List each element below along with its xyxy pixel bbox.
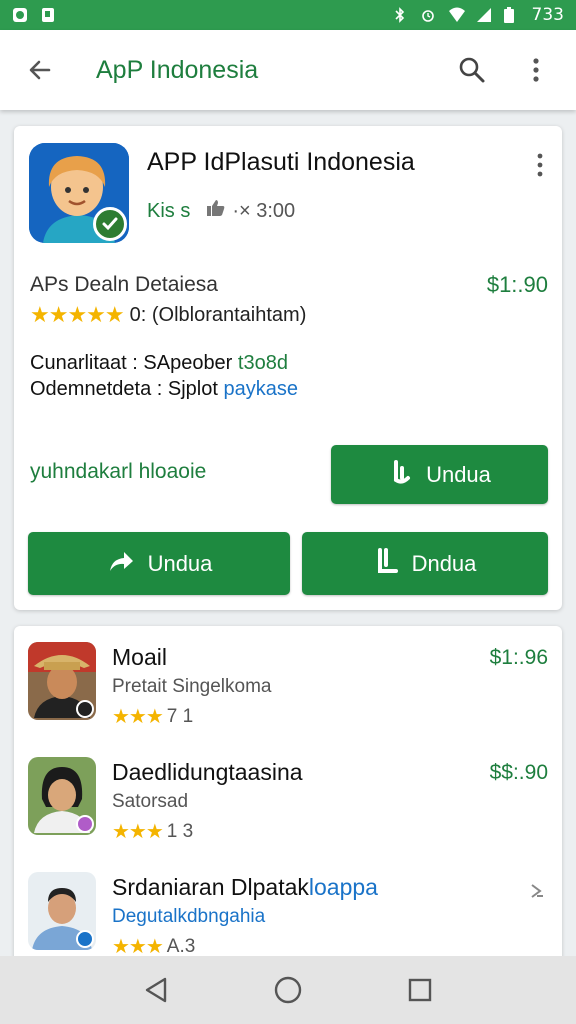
share-arrow-icon xyxy=(106,549,134,579)
app-bar: ApP Indonesia xyxy=(0,30,576,110)
star-rating: ★★★ xyxy=(112,706,164,728)
avatar xyxy=(28,757,96,835)
info-value: t3o8d xyxy=(237,352,288,374)
item-price: $$:.90 xyxy=(489,761,548,784)
list-item[interactable]: Daedlidungtaasina Satorsad ★★★ 1 3 $$:.9… xyxy=(14,741,562,851)
rating-text: 0: (Olblorantaihtam) xyxy=(129,303,307,326)
button-label: Undua xyxy=(147,550,213,576)
install-icon xyxy=(374,547,398,581)
rating-value: 1 3 xyxy=(166,820,194,842)
rating-row: ★★★★★ 0: (Olblorantaihtam) xyxy=(30,302,306,328)
share-button[interactable]: Undua xyxy=(28,532,290,595)
avatar-badge xyxy=(76,930,94,948)
item-price: $1:.96 xyxy=(489,646,548,669)
nav-recents-icon[interactable] xyxy=(400,970,440,1010)
chevron-right-icon[interactable] xyxy=(528,880,546,906)
page-title: ApP Indonesia xyxy=(96,55,259,84)
install-button[interactable]: Dndua xyxy=(302,532,548,595)
related-apps-list: Moail Pretait Singelkoma ★★★ 7 1 $1:.96 … xyxy=(14,626,562,971)
button-label: Undua xyxy=(426,461,491,487)
rating-count: ·× 3:00 xyxy=(232,199,296,222)
info-line-1: Cunarlitaat : SApeober t3o8d xyxy=(30,352,288,375)
bluetooth-icon xyxy=(392,7,408,23)
item-subtitle: Satorsad xyxy=(112,791,189,812)
download-button-primary[interactable]: Undua xyxy=(331,445,548,504)
app-subtitle: APs Dealn Detaiesa xyxy=(30,273,218,296)
thumb-icon xyxy=(206,198,226,224)
app-title: APP IdPlasuti Indonesia xyxy=(147,148,415,176)
app-detail-card: APP IdPlasuti Indonesia Kis s ·× 3:00 AP… xyxy=(14,126,562,610)
item-rating: ★★★ 7 1 xyxy=(112,704,193,729)
wifi-icon xyxy=(448,7,465,23)
app-price: $1:.90 xyxy=(486,272,548,297)
item-rating: ★★★ 1 3 xyxy=(112,819,193,844)
developer-name[interactable]: Kis s xyxy=(147,200,190,223)
app-icon xyxy=(29,143,129,243)
item-name-link[interactable]: loappa xyxy=(309,874,378,900)
avatar-badge xyxy=(76,815,94,833)
item-name: Moail xyxy=(112,644,167,670)
alarm-icon xyxy=(420,7,436,23)
more-vert-icon[interactable] xyxy=(530,150,550,180)
clock: 733 xyxy=(531,5,564,25)
item-subtitle: Pretait Singelkoma xyxy=(112,676,272,697)
battery-icon xyxy=(503,7,520,23)
star-rating: ★★★ xyxy=(112,821,164,843)
system-nav-bar xyxy=(0,956,576,1024)
download-icon xyxy=(388,458,412,492)
app-notification-icon xyxy=(40,7,56,23)
star-rating: ★★★★★ xyxy=(30,302,125,327)
info-label: Odemnetdeta : Sjplot xyxy=(30,378,224,400)
search-icon[interactable] xyxy=(450,48,494,92)
app-meta: Kis s ·× 3:00 xyxy=(147,198,295,224)
back-arrow-icon[interactable] xyxy=(18,48,62,92)
info-line-2: Odemnetdeta : Sjplot paykase xyxy=(30,378,298,401)
rating-value: A.3 xyxy=(166,935,196,957)
status-bar: 733 xyxy=(0,0,576,30)
avatar xyxy=(28,642,96,720)
item-subtitle: Degutalkdbngahia xyxy=(112,906,266,927)
nav-home-icon[interactable] xyxy=(268,970,308,1010)
info-label: Cunarlitaat : SApeober xyxy=(30,352,238,374)
list-item[interactable]: Srdaniaran Dlpatakloappa Degutalkdbngahi… xyxy=(14,856,562,966)
info-link[interactable]: paykase xyxy=(223,378,298,400)
list-item[interactable]: Moail Pretait Singelkoma ★★★ 7 1 $1:.96 xyxy=(14,626,562,736)
avatar-badge xyxy=(76,700,94,718)
button-label: Dndua xyxy=(411,550,477,576)
item-name: Srdaniaran Dlpatakloappa xyxy=(112,874,378,901)
promo-link[interactable]: yuhndakarl hloaoie xyxy=(30,460,206,484)
nav-back-icon[interactable] xyxy=(136,970,176,1010)
subtitle-row: APs Dealn Detaiesa $1:.90 xyxy=(30,272,548,298)
more-vert-icon[interactable] xyxy=(514,48,558,92)
item-name-text: Srdaniaran Dlpatak xyxy=(112,874,309,900)
avatar xyxy=(28,872,96,950)
item-name: Daedlidungtaasina xyxy=(112,759,303,785)
rating-value: 7 1 xyxy=(166,705,194,727)
signal-icon xyxy=(476,7,492,23)
verified-icon xyxy=(93,207,127,241)
notification-icon xyxy=(12,7,28,23)
